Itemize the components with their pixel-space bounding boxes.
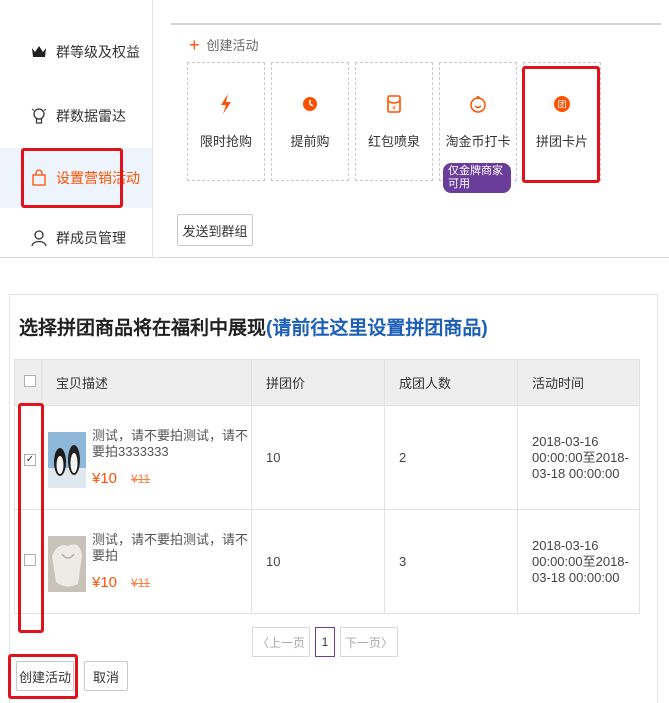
column-header: 拼团价 [251, 359, 385, 406]
sidebar: 群等级及权益 群数据雷达 设置营销活动 群成员管理 [0, 0, 153, 258]
gold-merchant-badge: 仅金牌商家可用 [443, 163, 511, 193]
product-cell: 测试，请不要拍测试，请不要拍3333333 ¥10 ¥11 [41, 405, 252, 510]
select-all-cell [14, 359, 42, 406]
create-activity-button[interactable]: 创建活动 [16, 661, 74, 691]
row-checkbox[interactable] [24, 554, 36, 566]
create-activity-area: + 创建活动 限时抢购 提前购 ¥ 红包喷泉 淘金币打卡 团 拼团卡片 仅金牌商… [153, 0, 669, 258]
sidebar-item-label: 群数据雷达 [56, 108, 126, 124]
sidebar-item-label: 群成员管理 [56, 230, 126, 246]
product-description: 测试，请不要拍测试，请不要拍3333333 [92, 427, 249, 459]
price-original: ¥11 [131, 471, 151, 486]
price-original: ¥11 [131, 575, 151, 590]
crown-icon [30, 43, 48, 61]
card-red-envelope[interactable]: ¥ 红包喷泉 [355, 62, 433, 181]
product-description: 测试，请不要拍测试，请不要拍 [92, 531, 249, 563]
bag-icon [30, 169, 48, 187]
next-page-button[interactable]: 下一页〉 [340, 627, 398, 657]
row-checkbox-checked[interactable]: ✓ [24, 453, 36, 466]
product-cell: 测试，请不要拍测试，请不要拍 ¥10 ¥11 [41, 509, 252, 614]
group-price-cell: 10 [251, 405, 385, 510]
row-check-cell: ✓ [14, 405, 42, 510]
person-icon [30, 229, 48, 247]
group-price-cell: 10 [251, 509, 385, 614]
bulb-icon [30, 107, 48, 125]
send-to-group-button[interactable]: 发送到群组 [177, 214, 253, 246]
column-header: 活动时间 [517, 359, 640, 406]
group-size-cell: 3 [384, 509, 518, 614]
group-card-icon: 团 [553, 93, 571, 115]
svg-text:¥: ¥ [392, 105, 396, 112]
prev-page-button[interactable]: 〈上一页 [252, 627, 310, 657]
clock-icon [302, 93, 318, 115]
card-group-buy[interactable]: 团 拼团卡片 [523, 62, 601, 181]
table-row: 测试，请不要拍测试，请不要拍 ¥10 ¥11 10 3 2018-03-16 00… [14, 509, 640, 614]
price-now: ¥10 [92, 469, 118, 487]
setup-group-product-link[interactable]: (请前往这里设置拼团商品) [266, 318, 488, 339]
create-activity-heading: + 创建活动 [189, 34, 259, 55]
price-now: ¥10 [92, 573, 118, 591]
divider [171, 23, 661, 25]
product-table: 宝贝描述 拼团价 成团人数 活动时间 ✓ 测试，请不要拍测试，请不要拍33333… [14, 359, 640, 614]
group-size-cell: 2 [384, 405, 518, 510]
card-early-buy[interactable]: 提前购 [271, 62, 349, 181]
coin-icon [469, 93, 487, 115]
column-header: 宝贝描述 [41, 359, 252, 406]
card-flash-sale[interactable]: 限时抢购 [187, 62, 265, 181]
row-check-cell [14, 509, 42, 614]
sidebar-item-marketing[interactable]: 设置营销活动 [0, 148, 152, 208]
lightning-icon [219, 93, 233, 115]
table-row: ✓ 测试，请不要拍测试，请不要拍3333333 ¥10 ¥11 10 2 201… [14, 405, 640, 510]
svg-text:团: 团 [557, 100, 566, 111]
page-1-button[interactable]: 1 [315, 627, 335, 657]
activity-settings-panel: 群等级及权益 群数据雷达 设置营销活动 群成员管理 + 创建活动 限时抢购 提前… [0, 0, 669, 258]
sidebar-item-label: 群等级及权益 [56, 44, 140, 60]
sidebar-item-label: 设置营销活动 [56, 170, 140, 186]
sidebar-item-data-radar[interactable]: 群数据雷达 [0, 86, 152, 146]
sidebar-item-group-level[interactable]: 群等级及权益 [0, 22, 152, 82]
table-header-row: 宝贝描述 拼团价 成团人数 活动时间 [14, 359, 640, 406]
product-thumbnail [48, 431, 86, 488]
plus-icon: + [189, 34, 200, 55]
activity-time-cell: 2018-03-16 00:00:00至2018-03-18 00:00:00 [517, 509, 640, 614]
sidebar-item-members[interactable]: 群成员管理 [0, 208, 152, 268]
cancel-button[interactable]: 取消 [84, 661, 128, 691]
column-header: 成团人数 [384, 359, 518, 406]
product-thumbnail [48, 535, 86, 592]
select-group-product-panel: 选择拼团商品将在福利中展现(请前往这里设置拼团商品) 宝贝描述 拼团价 成团人数… [0, 294, 669, 703]
red-envelope-icon: ¥ [387, 93, 401, 115]
panel-title: 选择拼团商品将在福利中展现(请前往这里设置拼团商品) [19, 318, 488, 339]
activity-time-cell: 2018-03-16 00:00:00至2018-03-18 00:00:00 [517, 405, 640, 510]
select-all-checkbox[interactable] [24, 375, 36, 387]
